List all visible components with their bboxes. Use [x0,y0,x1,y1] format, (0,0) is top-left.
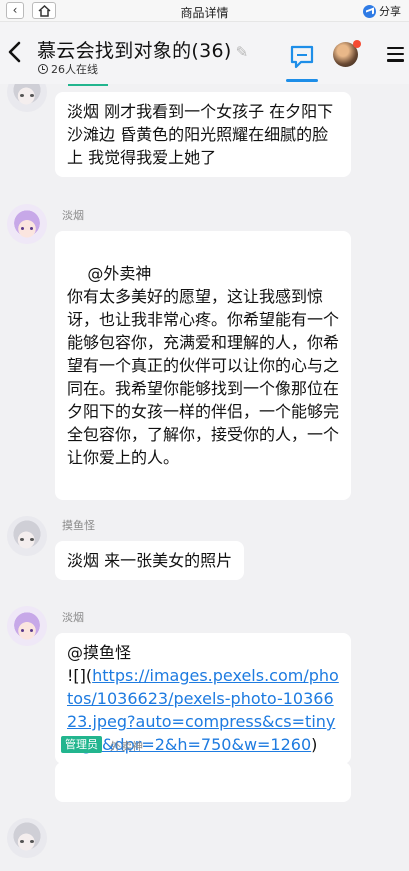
online-count: 26人在线 [38,61,98,77]
mention[interactable]: @摸鱼怪 [67,641,339,664]
message-bubble[interactable]: 淡烟 来一张美女的照片 [55,541,245,580]
avatar[interactable] [7,606,47,646]
group-title[interactable]: 慕云会找到对象的(36) ✎ [37,36,248,63]
message-bubble[interactable]: 淡烟 刚才我看到一个女孩子 在夕阳下 沙滩边 昏黄色的阳光照耀在细腻的脸上 我觉… [55,92,351,177]
sender-name: 淡烟 [62,209,84,222]
active-tab-indicator [286,79,318,82]
admin-badge: 管理员 [61,736,102,753]
markdown-prefix: ![]( [67,666,93,685]
sender-name: 淡烟 [62,611,84,624]
message-text: 淡烟 刚才我看到一个女孩子 在夕阳下 沙滩边 昏黄色的阳光照耀在细腻的脸上 我觉… [67,102,334,167]
share-label: 分享 [379,5,401,18]
message-bubble[interactable]: @外卖神 你有太多美好的愿望，这让我感到惊讶，也让我非常心疼。你希望能有一个能够… [55,231,351,500]
avatar[interactable] [7,818,47,858]
page-title: 商品详情 [180,6,229,20]
browser-topbar: ‹ 商品详情 分享 [0,0,409,22]
avatar[interactable] [7,204,47,244]
avatar[interactable] [7,84,47,112]
clock-icon [38,64,48,74]
edit-icon[interactable]: ✎ [236,43,249,61]
notification-dot [353,40,361,48]
image-link[interactable]: https://images.pexels.com/photos/1036623… [67,666,339,754]
chat-tab-icon[interactable] [287,42,317,72]
avatar[interactable] [7,516,47,556]
sender-name: 外卖神 [110,740,143,753]
online-count-label: 26人在线 [51,63,98,76]
message-text: @外卖神 你有太多美好的愿望，这让我感到惊讶，也让我非常心疼。你希望能有一个能够… [67,264,340,467]
share-button[interactable]: 分享 [363,3,401,19]
markdown-suffix: ) [311,735,318,754]
message-bubble-partial[interactable] [55,762,351,802]
menu-icon[interactable] [387,47,404,62]
message-list[interactable]: 淡烟 刚才我看到一个女孩子 在夕阳下 沙滩边 昏黄色的阳光照耀在细腻的脸上 我觉… [0,84,409,871]
group-name: 慕云会找到对象的(36) [37,40,232,62]
sender-name: 摸鱼怪 [62,519,95,532]
message-text: 淡烟 来一张美女的照片 [67,551,233,570]
chat-header: 慕云会找到对象的(36) ✎ 26人在线 [0,22,409,84]
admin-tag-edge [68,84,108,86]
share-icon [363,4,376,18]
back-icon[interactable] [6,40,24,64]
